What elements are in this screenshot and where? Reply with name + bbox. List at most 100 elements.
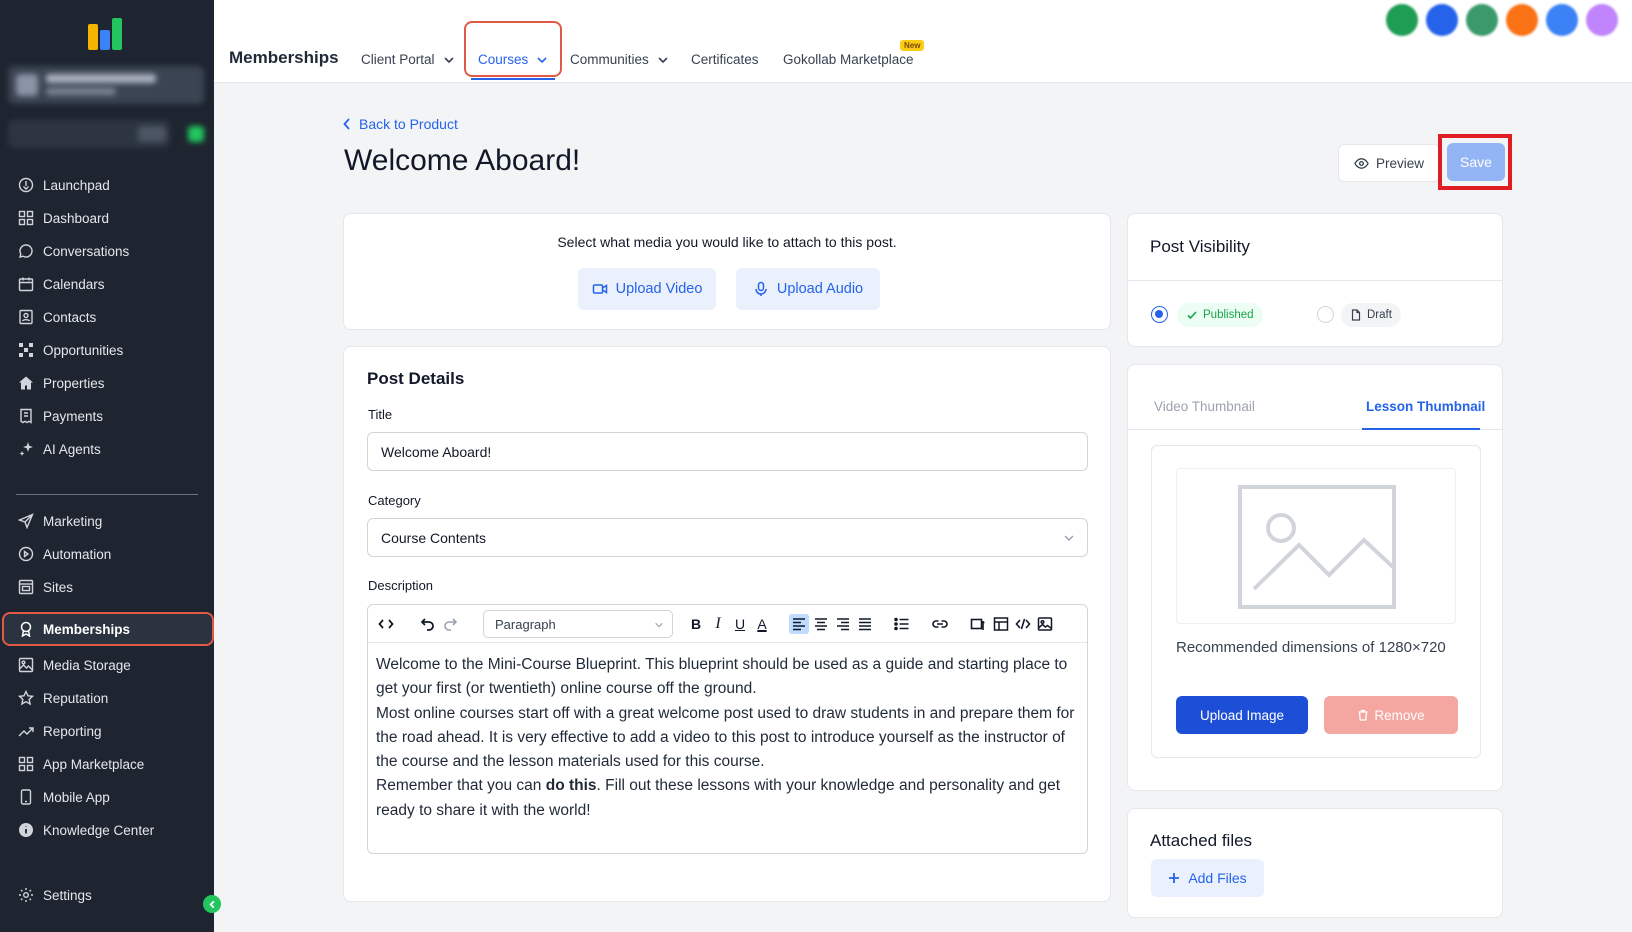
title-input[interactable]: Welcome Aboard!	[367, 432, 1088, 471]
redo-icon[interactable]	[440, 614, 460, 634]
phone-icon[interactable]	[1386, 4, 1418, 36]
link-icon[interactable]	[930, 614, 950, 634]
paragraph-format-value: Paragraph	[495, 616, 556, 632]
tab-communities[interactable]: Communities	[570, 52, 669, 67]
chevron-left-icon	[343, 118, 350, 130]
upload-audio-button[interactable]: Upload Audio	[736, 268, 880, 310]
tab-lesson-thumbnail[interactable]: Lesson Thumbnail	[1366, 399, 1485, 414]
calendar-icon	[18, 277, 34, 292]
upload-image-button[interactable]: Upload Image	[1176, 696, 1308, 734]
rich-text-editor[interactable]: Paragraph B I U A Welcome to the Mini-Co…	[367, 604, 1088, 854]
sidebar-item-automation[interactable]: Automation	[10, 539, 206, 569]
embed-media-icon[interactable]	[968, 614, 988, 634]
account-switcher[interactable]	[8, 66, 204, 104]
badge-icon	[20, 621, 32, 637]
preview-button[interactable]: Preview	[1338, 144, 1440, 182]
chevron-left-icon	[208, 900, 214, 908]
chevron-down-icon	[443, 56, 454, 63]
help-icon[interactable]	[1546, 4, 1578, 36]
app-logo[interactable]	[88, 14, 128, 50]
sidebar-item-contacts[interactable]: Contacts	[10, 302, 206, 332]
tab-client-portal[interactable]: Client Portal	[361, 52, 455, 67]
house-icon	[19, 376, 33, 390]
save-button[interactable]: Save	[1447, 143, 1505, 181]
sidebar-item-app-marketplace[interactable]: App Marketplace	[10, 749, 206, 779]
notification-icon[interactable]	[1506, 4, 1538, 36]
editor-content[interactable]: Welcome to the Mini-Course Blueprint. Th…	[376, 653, 1076, 823]
back-label: Back to Product	[359, 116, 458, 132]
sidebar-item-reporting[interactable]: Reporting	[10, 716, 206, 746]
sidebar-item-settings[interactable]: Settings	[10, 880, 206, 910]
sidebar-item-memberships[interactable]: Memberships	[2, 612, 214, 646]
sidebar-item-media-storage[interactable]: Media Storage	[10, 650, 206, 680]
new-badge: New	[900, 40, 925, 51]
table-icon[interactable]	[991, 614, 1011, 634]
text-color-icon[interactable]: A	[752, 614, 772, 634]
published-badge[interactable]: Published	[1177, 303, 1263, 327]
sidebar-collapse-button[interactable]	[203, 895, 221, 913]
align-left-icon[interactable]	[789, 614, 809, 634]
align-justify-icon[interactable]	[855, 614, 875, 634]
paragraph-format-select[interactable]: Paragraph	[483, 610, 673, 638]
sidebar-item-launchpad[interactable]: Launchpad	[10, 170, 206, 200]
tab-gokollab-marketplace[interactable]: Gokollab Marketplace	[783, 52, 914, 67]
sidebar-item-reputation[interactable]: Reputation	[10, 683, 206, 713]
sidebar-item-label: Knowledge Center	[43, 822, 155, 838]
underline-icon[interactable]: U	[730, 614, 750, 634]
add-files-label: Add Files	[1188, 870, 1247, 886]
draft-radio[interactable]	[1317, 306, 1334, 323]
chevron-down-icon	[1064, 535, 1074, 541]
sidebar-item-label: Marketing	[43, 513, 103, 529]
add-files-button[interactable]: Add Files	[1151, 859, 1264, 897]
avatar[interactable]	[1586, 4, 1618, 36]
microphone-icon	[755, 281, 767, 296]
sidebar-item-label: Sites	[43, 579, 74, 595]
sidebar-item-payments[interactable]: Payments	[10, 401, 206, 431]
bullet-list-icon[interactable]	[892, 614, 912, 634]
category-select[interactable]: Course Contents	[367, 518, 1088, 557]
bold-icon[interactable]: B	[686, 614, 706, 634]
preview-label: Preview	[1375, 155, 1424, 171]
undo-icon[interactable]	[418, 614, 438, 634]
sidebar-item-opportunities[interactable]: Opportunities	[10, 335, 206, 365]
tab-video-thumbnail[interactable]: Video Thumbnail	[1154, 399, 1255, 414]
image-icon	[18, 657, 34, 673]
sidebar-item-label: Opportunities	[43, 342, 124, 358]
published-radio[interactable]	[1151, 306, 1168, 323]
remove-image-button[interactable]: Remove	[1324, 696, 1458, 734]
draft-label: Draft	[1367, 309, 1392, 321]
upload-video-button[interactable]: Upload Video	[578, 268, 716, 310]
sidebar-item-dashboard[interactable]: Dashboard	[10, 203, 206, 233]
sidebar-item-properties[interactable]: Properties	[10, 368, 206, 398]
description-label: Description	[368, 578, 434, 593]
sidebar-item-marketing[interactable]: Marketing	[10, 506, 206, 536]
italic-icon[interactable]: I	[708, 614, 728, 634]
draft-badge[interactable]: Draft	[1341, 303, 1401, 327]
sidebar-item-sites[interactable]: Sites	[10, 572, 206, 602]
dashboard-icon	[18, 210, 34, 226]
tab-certificates[interactable]: Certificates	[691, 52, 759, 67]
sidebar-item-ai-agents[interactable]: AI Agents	[10, 434, 206, 464]
automation-icon	[18, 546, 34, 562]
category-value: Course Contents	[381, 529, 487, 546]
attached-files-card: Attached files Add Files	[1127, 808, 1503, 918]
code-block-icon[interactable]	[1013, 614, 1033, 634]
sidebar-item-knowledge-center[interactable]: Knowledge Center	[10, 815, 206, 845]
source-code-icon[interactable]	[376, 614, 396, 634]
align-right-icon[interactable]	[833, 614, 853, 634]
back-to-product-link[interactable]: Back to Product	[342, 116, 458, 132]
insert-image-icon[interactable]	[1035, 614, 1055, 634]
upload-audio-label: Upload Audio	[776, 281, 864, 297]
chat-icon[interactable]	[1426, 4, 1458, 36]
sidebar-item-conversations[interactable]: Conversations	[10, 236, 206, 266]
chevron-down-icon	[658, 56, 668, 63]
sidebar-item-calendars[interactable]: Calendars	[10, 269, 206, 299]
sidebar-search[interactable]	[8, 120, 204, 148]
megaphone-icon[interactable]	[1466, 4, 1498, 36]
active-tab-indicator	[471, 78, 555, 80]
align-center-icon[interactable]	[811, 614, 831, 634]
sidebar-item-mobile-app[interactable]: Mobile App	[10, 782, 206, 812]
launchpad-icon	[18, 177, 34, 193]
sidebar-item-label: Memberships	[43, 621, 131, 637]
media-attachment-card: Select what media you would like to atta…	[343, 213, 1111, 330]
